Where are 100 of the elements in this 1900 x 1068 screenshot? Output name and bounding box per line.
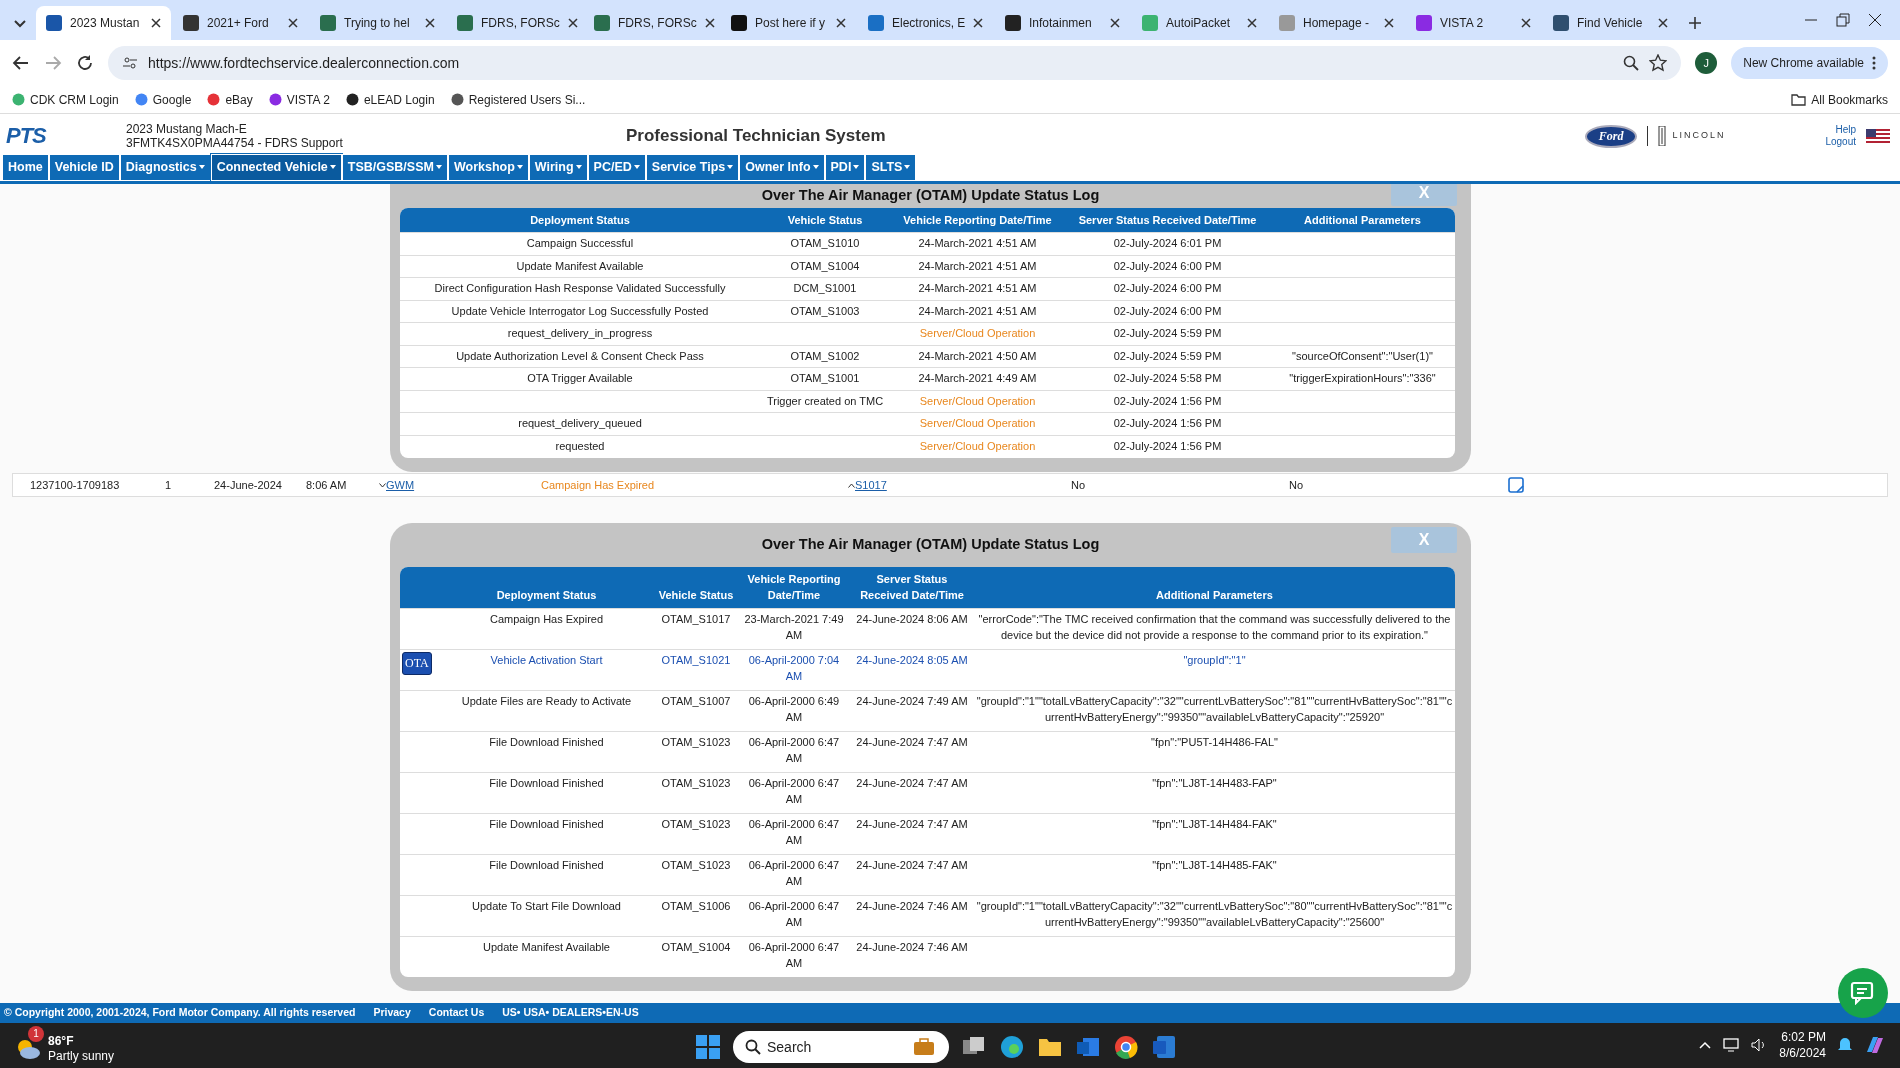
chevron-up-icon[interactable] <box>1699 1041 1712 1050</box>
close-icon[interactable] <box>151 18 161 28</box>
close-icon[interactable] <box>1868 13 1882 27</box>
bookmark[interactable]: Registered Users Si... <box>450 90 586 109</box>
bookmark[interactable]: Google <box>134 90 192 109</box>
close-icon[interactable] <box>836 18 846 28</box>
close-icon[interactable] <box>288 18 298 28</box>
bookmark-icon <box>345 93 359 106</box>
nav-item[interactable]: PC/ED <box>587 154 646 181</box>
tab-title: Homepage - <box>1303 15 1370 32</box>
site-info-icon[interactable] <box>122 55 138 71</box>
close-icon[interactable] <box>1110 18 1120 28</box>
all-bookmarks-button[interactable]: All Bookmarks <box>1791 90 1888 109</box>
weather-widget[interactable]: 1 86°F Partly sunny <box>14 1026 115 1065</box>
close-icon[interactable] <box>1658 18 1668 28</box>
date-text: 02-July-2024 5:58 PM <box>1113 372 1222 385</box>
search-field[interactable]: Search <box>733 1030 949 1063</box>
date-text: 24-March-2021 4:49 AM <box>918 372 1037 385</box>
nav-item[interactable]: Service Tips <box>645 154 740 181</box>
close-icon[interactable] <box>1247 18 1257 28</box>
browser-tab[interactable]: VISTA 2 <box>1406 6 1541 40</box>
column-header: Server Status Received Date/Time <box>1065 207 1270 233</box>
bookmark[interactable]: VISTA 2 <box>268 90 330 109</box>
browser-tab[interactable]: Electronics, E <box>858 6 993 40</box>
vehicle-status: OTAM_S1023 <box>661 776 731 789</box>
document-icon[interactable] <box>1151 1033 1177 1060</box>
date-text: 02-July-2024 6:00 PM <box>1113 304 1222 317</box>
caret-icon <box>379 483 386 489</box>
browser-tab[interactable]: Infotainmen <box>995 6 1130 40</box>
date-text: 06-April-2000 6:47 AM <box>748 899 840 929</box>
close-icon[interactable] <box>704 18 715 28</box>
address-bar[interactable]: https://www.fordtechservice.dealerconnection.com <box>108 46 1682 80</box>
profile-avatar[interactable]: J <box>1695 52 1718 74</box>
close-icon[interactable] <box>567 18 578 28</box>
bookmark[interactable]: eLEAD Login <box>345 90 435 109</box>
browser-tab[interactable]: Trying to hel <box>310 6 445 40</box>
date-text: Server/Cloud Operation <box>919 439 1036 452</box>
expand-link[interactable]: GWM <box>379 478 415 491</box>
footer-link[interactable]: Contact Us <box>428 1004 485 1021</box>
restore-icon[interactable] <box>1836 13 1850 27</box>
nav-item[interactable]: TSB/GSB/SSM <box>341 154 448 181</box>
browser-tab[interactable]: Post here if y <box>721 6 856 40</box>
nav-item[interactable]: SLTS <box>865 154 917 181</box>
site-logo[interactable]: PTS <box>6 123 126 149</box>
tab-title: 2023 Mustan <box>70 15 140 32</box>
date-text: 24-June-2024 7:47 AM <box>856 776 968 789</box>
parameter-text: "groupId":"1""totalLvBatteryCapacity":"32""currentLvBatterySoc":"81""currentHvBatterySoc":"81""currentHvBatteryEnergy":"99350""availableLvBatteryCapacity":"25920" <box>976 694 1453 724</box>
browser-tab[interactable]: Homepage - <box>1269 6 1404 40</box>
nav-item[interactable]: Home <box>2 154 49 181</box>
update-button[interactable]: New Chrome available <box>1731 47 1888 79</box>
display-icon[interactable] <box>1723 1038 1740 1053</box>
browser-tab[interactable]: 2021+ Ford <box>173 6 308 40</box>
note-icon[interactable] <box>1508 476 1524 493</box>
vehicle-status: OTAM_S1003 <box>790 304 860 317</box>
browser-tab[interactable]: FDRS, FORSc <box>447 6 582 40</box>
browser-icon[interactable] <box>999 1033 1025 1060</box>
parameter-text: "fpn":"PU5T-14H486-FAL" <box>1151 735 1278 748</box>
bookmark[interactable]: eBay <box>207 90 253 109</box>
vehicle-status: OTAM_S1007 <box>661 694 731 707</box>
column-header: Server Status Received Date/Time <box>850 566 974 609</box>
tab-title: Infotainmen <box>1029 15 1092 32</box>
zoom-icon[interactable] <box>1623 55 1640 71</box>
close-icon[interactable] <box>973 18 984 28</box>
folder-icon <box>1791 93 1807 106</box>
back-icon[interactable] <box>12 54 30 72</box>
chrome-icon[interactable] <box>1113 1033 1139 1060</box>
browser-tab[interactable]: 2023 Mustan <box>36 6 171 40</box>
reload-icon[interactable] <box>76 54 94 72</box>
expand-link[interactable]: S1017 <box>848 478 887 491</box>
ota-badge: OTA <box>402 651 432 675</box>
windows-icon[interactable] <box>695 1033 721 1060</box>
close-icon[interactable] <box>1384 18 1394 28</box>
tab-title: Electronics, E <box>892 15 966 32</box>
date-text: 06-April-2000 6:49 AM <box>748 694 840 724</box>
footer-link[interactable]: Privacy <box>373 1004 411 1021</box>
nav-item[interactable]: Diagnostics <box>119 154 211 181</box>
nav-item[interactable]: Wiring <box>528 154 588 181</box>
header-link[interactable]: Logout <box>1825 136 1856 148</box>
star-icon[interactable] <box>1649 54 1668 72</box>
column-header: Deployment Status <box>439 566 654 609</box>
nav-item[interactable]: Vehicle ID <box>48 154 120 181</box>
browser-tab[interactable]: AutoiPacket <box>1132 6 1267 40</box>
browser-tab[interactable]: Find Vehicle <box>1543 6 1678 40</box>
close-icon[interactable] <box>425 18 435 28</box>
nav-item[interactable]: Owner Info <box>739 154 825 181</box>
date-text: 02-July-2024 1:56 PM <box>1113 439 1222 452</box>
locale-text: US• USA• DEALERS•EN-US <box>502 1004 639 1020</box>
date-text: 06-April-2000 6:47 AM <box>748 940 840 970</box>
close-icon[interactable] <box>1521 18 1531 28</box>
clock[interactable]: 6:02 PM 8/6/2024 <box>1779 1029 1826 1062</box>
column-header: Vehicle Reporting Date/Time <box>738 566 850 609</box>
nav-item[interactable]: Workshop <box>447 154 529 181</box>
nav-item[interactable]: PDI <box>824 154 866 181</box>
nav-item[interactable]: Connected Vehicle <box>210 154 342 181</box>
header-link[interactable]: Help <box>1825 124 1856 136</box>
flag-icon[interactable] <box>1866 129 1890 143</box>
browser-tab[interactable]: FDRS, FORSc <box>584 6 719 40</box>
bookmark-icon <box>134 93 148 106</box>
bookmark[interactable]: CDK CRM Login <box>12 90 119 109</box>
vehicle-status: OTAM_S1004 <box>661 940 731 953</box>
